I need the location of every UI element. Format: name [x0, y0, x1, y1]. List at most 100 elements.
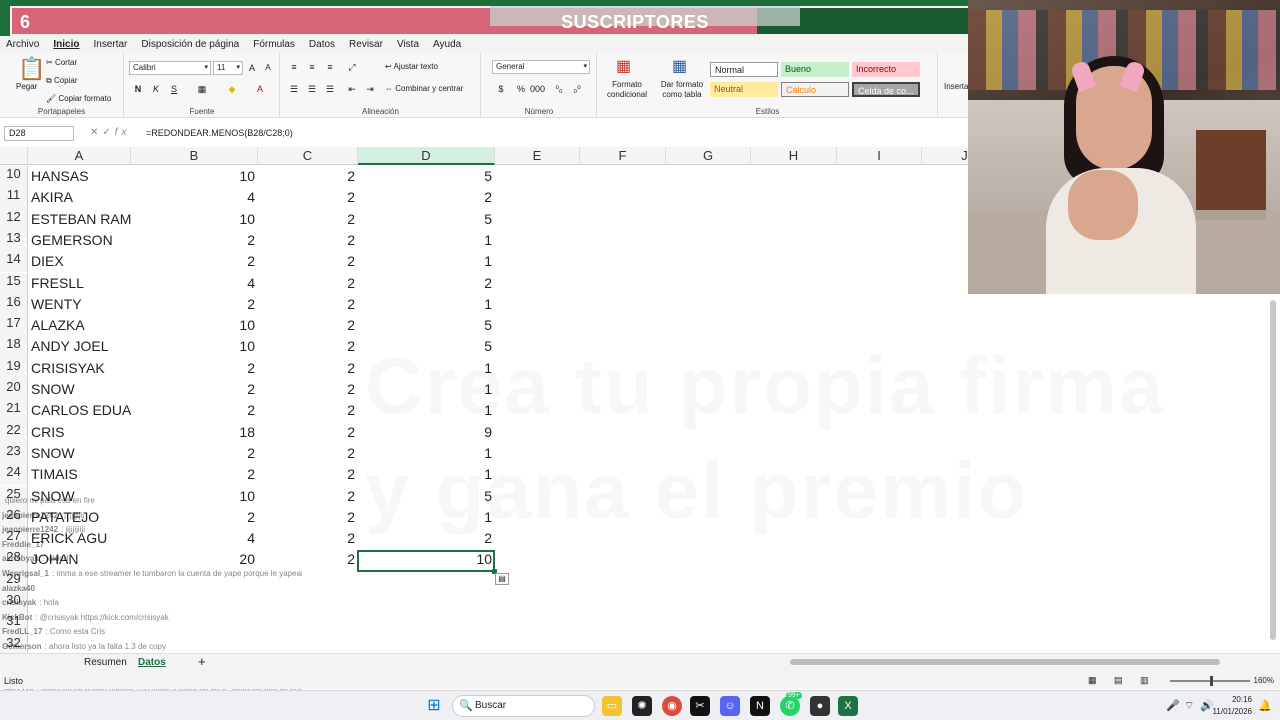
tab-vista[interactable]: Vista: [397, 39, 419, 50]
obs-icon[interactable]: ●: [810, 696, 830, 716]
chatgpt-icon[interactable]: ✺: [632, 696, 652, 716]
shrink-font-icon[interactable]: A: [261, 61, 275, 75]
cell-value-c[interactable]: 2: [258, 336, 358, 357]
cell-value-c[interactable]: 2: [258, 315, 358, 336]
quick-analysis-icon[interactable]: ▤: [495, 573, 509, 585]
cell-name[interactable]: ESTEBAN RAMO: [28, 209, 131, 230]
format-table-button[interactable]: Dar formato como tabla: [654, 80, 710, 100]
cancel-icon[interactable]: ✕: [90, 127, 102, 138]
fill-color-icon[interactable]: ◆: [225, 82, 239, 96]
tab-archivo[interactable]: Archivo: [6, 39, 39, 50]
cell-name[interactable]: SNOW: [28, 443, 131, 464]
cell-value-c[interactable]: 2: [258, 422, 358, 443]
row-header[interactable]: 18: [0, 336, 28, 358]
microphone-icon[interactable]: 🎤: [1166, 699, 1180, 712]
cell-name[interactable]: DIEX: [28, 251, 131, 272]
column-header-c[interactable]: C: [258, 147, 358, 165]
cell-value-d[interactable]: 1: [358, 294, 495, 315]
row-header[interactable]: 17: [0, 315, 28, 337]
style-good[interactable]: Bueno: [781, 62, 849, 77]
cell-value-b[interactable]: 4: [131, 187, 258, 208]
cell-value-c[interactable]: 2: [258, 443, 358, 464]
zoom-level[interactable]: 160%: [1254, 676, 1274, 685]
borders-icon[interactable]: ▦: [195, 82, 209, 96]
style-normal[interactable]: Normal: [710, 62, 778, 77]
cell-value-b[interactable]: 2: [131, 251, 258, 272]
cell-name[interactable]: CRIS: [28, 422, 131, 443]
row-header[interactable]: 13: [0, 229, 28, 252]
tab-disposicion[interactable]: Disposición de página: [141, 39, 239, 50]
notion-icon[interactable]: N: [750, 696, 770, 716]
cell-value-b[interactable]: 10: [131, 336, 258, 357]
chrome-icon[interactable]: ◉: [662, 696, 682, 716]
wrap-text-button[interactable]: ↩ Ajustar texto: [385, 62, 438, 71]
zoom-knob[interactable]: [1210, 676, 1213, 686]
copy-button[interactable]: ⧉ Copiar: [46, 76, 78, 86]
cell-value-c[interactable]: 2: [258, 166, 358, 187]
formula-input[interactable]: =REDONDEAR.MENOS(B28/C28;0): [146, 128, 293, 138]
cell-value-d[interactable]: 5: [358, 166, 495, 187]
page-layout-icon[interactable]: ▤: [1114, 675, 1123, 686]
row-header[interactable]: 12: [0, 208, 28, 230]
tab-ayuda[interactable]: Ayuda: [433, 39, 461, 50]
cell-value-c[interactable]: 2: [258, 400, 358, 421]
cell-name[interactable]: ANDY JOEL: [28, 336, 131, 357]
column-header-d[interactable]: D: [358, 147, 495, 165]
cell-value-d[interactable]: [358, 592, 495, 613]
cell-name[interactable]: AKIRA: [28, 187, 131, 208]
page-break-icon[interactable]: ▥: [1140, 675, 1149, 686]
file-explorer-icon[interactable]: ▭: [602, 696, 622, 716]
cell-value-c[interactable]: 2: [258, 209, 358, 230]
column-header-i[interactable]: I: [837, 147, 922, 165]
tab-formulas[interactable]: Fórmulas: [253, 39, 295, 50]
cut-button[interactable]: ✂ Cortar: [46, 58, 77, 67]
conditional-format-button[interactable]: Formato condicional: [602, 80, 652, 100]
whatsapp-icon[interactable]: ✆: [780, 696, 800, 716]
cell-name[interactable]: HANSAS: [28, 166, 131, 187]
style-check-cell[interactable]: Celda de co...: [852, 82, 920, 97]
cell-value-d[interactable]: 5: [358, 315, 495, 336]
tab-datos[interactable]: Datos: [309, 39, 335, 50]
decrease-indent-icon[interactable]: ⇤: [345, 82, 359, 96]
font-name-select[interactable]: Calibri ▾: [129, 61, 211, 75]
grow-font-icon[interactable]: A: [245, 61, 259, 75]
cell-name[interactable]: ALAZKA: [28, 315, 131, 336]
system-clock[interactable]: 20:16 11/01/2026: [1213, 694, 1252, 718]
cell-value-b[interactable]: 2: [131, 464, 258, 485]
cell-value-c[interactable]: 2: [258, 294, 358, 315]
align-bottom-icon[interactable]: ≡: [323, 60, 337, 74]
notifications-icon[interactable]: 🔔: [1258, 699, 1272, 712]
cell-value-d[interactable]: 1: [358, 251, 495, 272]
column-header-e[interactable]: E: [495, 147, 580, 165]
cell-name[interactable]: CARLOS EDUARD: [28, 400, 131, 421]
style-bad[interactable]: Incorrecto: [852, 62, 920, 77]
cell-value-b[interactable]: 2: [131, 294, 258, 315]
column-header-g[interactable]: G: [666, 147, 751, 165]
sheet-tab-resumen[interactable]: Resumen: [84, 657, 127, 668]
cell-value-d[interactable]: [358, 571, 495, 592]
tab-insertar[interactable]: Insertar: [93, 39, 127, 50]
cell-name[interactable]: CRISISYAK: [28, 358, 131, 379]
row-header[interactable]: 19: [0, 357, 28, 379]
cell-value-b[interactable]: 18: [131, 422, 258, 443]
cell-value-c[interactable]: 2: [258, 251, 358, 272]
wifi-icon[interactable]: ⌔: [1184, 699, 1194, 713]
row-header[interactable]: 16: [0, 293, 28, 316]
paste-button[interactable]: Pegar: [16, 82, 37, 91]
windows-start-icon[interactable]: ⊞: [424, 696, 444, 716]
row-header[interactable]: 21: [0, 400, 28, 422]
underline-icon[interactable]: S: [167, 82, 181, 96]
cell-name[interactable]: TIMAIS: [28, 464, 131, 485]
cell-value-b[interactable]: 10: [131, 315, 258, 336]
normal-view-icon[interactable]: ▦: [1088, 675, 1097, 686]
horizontal-scrollbar[interactable]: [790, 659, 1220, 665]
excel-icon[interactable]: X: [838, 696, 858, 716]
row-header[interactable]: 22: [0, 421, 28, 443]
thousands-icon[interactable]: 000: [530, 82, 545, 96]
row-header[interactable]: 24: [0, 464, 28, 486]
cell-value-c[interactable]: 2: [258, 187, 358, 208]
cell-value-b[interactable]: 2: [131, 358, 258, 379]
row-header[interactable]: 20: [0, 379, 28, 401]
cell-value-c[interactable]: 2: [258, 358, 358, 379]
check-icon[interactable]: ✓: [102, 127, 114, 138]
